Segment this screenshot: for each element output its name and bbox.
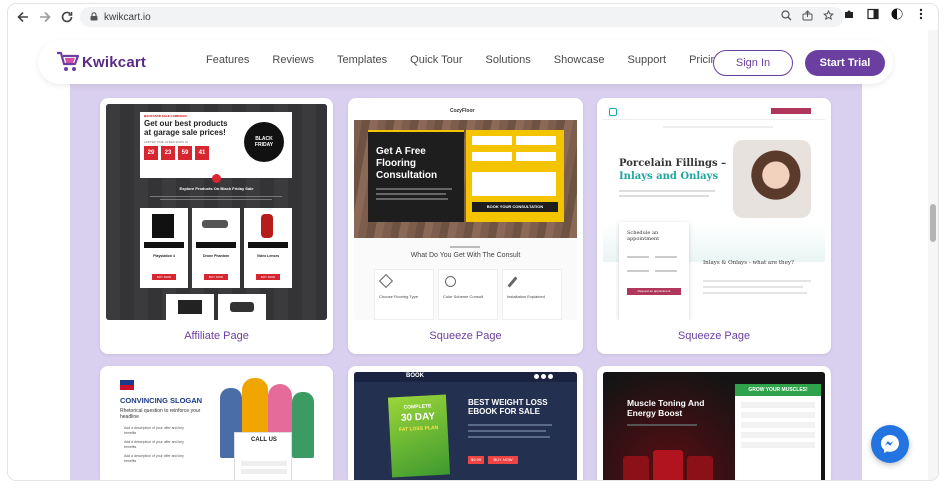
scrollbar-thumb[interactable] bbox=[930, 204, 936, 242]
affiliate-headline: Get our best products at garage sale pri… bbox=[144, 119, 228, 137]
lock-icon bbox=[90, 11, 98, 23]
affiliate-sub: LIMITED TIME OFFER ENDS IN bbox=[144, 140, 188, 144]
product-card bbox=[166, 294, 214, 320]
nav-features[interactable]: Features bbox=[206, 54, 249, 66]
nav-solutions[interactable]: Solutions bbox=[486, 54, 531, 66]
flag-logo bbox=[120, 380, 134, 390]
price-button[interactable]: $9.99 bbox=[468, 456, 484, 464]
ebook-headline: BEST WEIGHT LOSS EBOOK FOR SALE bbox=[468, 398, 548, 416]
buy-now-button[interactable]: BUY NOW bbox=[256, 274, 280, 280]
explore-title: Explore Products On Black Friday Sale bbox=[179, 186, 254, 191]
messenger-icon bbox=[881, 435, 899, 453]
timer-seconds: 41 bbox=[195, 146, 209, 160]
consultation-form: BOOK YOUR CONSULTATION bbox=[466, 130, 564, 222]
template-card-squeeze-flooring[interactable]: CozyFloor Get A Free Flooring Consultati… bbox=[348, 98, 583, 354]
messenger-chat-button[interactable] bbox=[871, 425, 909, 463]
template-preview: CozyFloor Get A Free Flooring Consultati… bbox=[354, 104, 577, 320]
feature-card: Installation Explained bbox=[502, 269, 562, 320]
template-card-muscle[interactable]: Muscle Toning And Energy Boost GROW YOUR… bbox=[597, 366, 831, 480]
profile-icon[interactable] bbox=[890, 8, 904, 23]
feature-card: Choose Flooring Type bbox=[374, 269, 434, 320]
dental-headline-2: Inlays and Onlays bbox=[619, 171, 719, 182]
playstation-image bbox=[152, 214, 174, 238]
product-card: Drone Phantom BUY NOW bbox=[192, 208, 240, 288]
slogan-headline: CONVINCING SLOGAN bbox=[120, 396, 203, 405]
template-preview: BACKYARD SALE CAMPAIGN Get our best prod… bbox=[106, 104, 327, 320]
consult-section-title: What Do You Get With The Consult bbox=[410, 252, 521, 259]
site-header: Kwikcart Features Reviews Templates Quic… bbox=[38, 40, 893, 84]
supplement-tubs bbox=[623, 448, 733, 480]
smiling-woman-photo bbox=[733, 140, 811, 218]
address-bar[interactable]: kwikcart.io bbox=[80, 7, 844, 27]
product-card bbox=[218, 294, 266, 320]
page-viewport: Kwikcart Features Reviews Templates Quic… bbox=[8, 30, 938, 480]
flooring-headline: Get A Free Flooring Consultation bbox=[376, 146, 438, 181]
ebook-cover: COMPLETE 30 DAY FAT LOSS PLAN bbox=[387, 394, 451, 478]
book-brand: BOOK bbox=[406, 373, 424, 379]
feature-card: Color Scheme Consult bbox=[438, 269, 498, 320]
sign-in-button[interactable]: Sign In bbox=[713, 50, 793, 76]
template-caption[interactable]: Squeeze Page bbox=[348, 330, 583, 342]
down-arrow-icon bbox=[212, 174, 221, 183]
forward-icon[interactable] bbox=[34, 6, 56, 28]
kwikcart-logo[interactable]: Kwikcart bbox=[56, 51, 146, 73]
template-preview: CONVINCING SLOGAN Rhetorical question to… bbox=[106, 372, 327, 480]
timer-days: 29 bbox=[144, 146, 158, 160]
slogan-sub: Rhetorical question to reinforce your he… bbox=[120, 408, 201, 420]
reload-icon[interactable] bbox=[56, 6, 78, 28]
zoom-icon[interactable] bbox=[781, 10, 792, 24]
book-consultation-button[interactable]: BOOK YOUR CONSULTATION bbox=[472, 202, 558, 212]
template-preview: Porcelain Fillings – Inlays and Onlays S… bbox=[603, 104, 825, 320]
appointment-form: Schedule an appointment Request an appoi… bbox=[619, 222, 689, 320]
url-text: kwikcart.io bbox=[104, 11, 151, 23]
request-appointment-button[interactable]: Request an appointment bbox=[627, 288, 681, 295]
cart-logo-icon bbox=[56, 51, 80, 73]
sidepanel-icon[interactable] bbox=[866, 8, 880, 23]
template-card-squeeze-dental[interactable]: Porcelain Fillings – Inlays and Onlays S… bbox=[597, 98, 831, 354]
promo-badge: BACKYARD SALE CAMPAIGN bbox=[144, 114, 187, 118]
template-card-affiliate[interactable]: BACKYARD SALE CAMPAIGN Get our best prod… bbox=[100, 98, 333, 354]
lens-image bbox=[261, 214, 273, 238]
nav-templates[interactable]: Templates bbox=[337, 54, 387, 66]
nav-reviews[interactable]: Reviews bbox=[272, 54, 314, 66]
template-card-slogan[interactable]: CONVINCING SLOGAN Rhetorical question to… bbox=[100, 366, 333, 480]
call-us-box: CALL US bbox=[234, 432, 292, 480]
black-friday-badge: BLACK FRIDAY bbox=[244, 122, 284, 162]
bookmark-star-icon[interactable] bbox=[822, 9, 835, 24]
muscle-headline: Muscle Toning And Energy Boost bbox=[627, 398, 705, 418]
browser-toolbar: kwikcart.io bbox=[8, 4, 938, 30]
dental-header-button[interactable] bbox=[771, 108, 811, 114]
start-trial-button[interactable]: Start Trial bbox=[805, 50, 885, 76]
grow-muscles-form: GROW YOUR MUSCLES! bbox=[735, 384, 821, 480]
dental-subheading: Inlays & Onlays - what are they? bbox=[703, 260, 794, 266]
kebab-menu-icon[interactable] bbox=[914, 8, 928, 23]
template-preview: BOOK COMPLETE 30 DAY FAT LOSS PLAN BEST … bbox=[354, 372, 577, 480]
template-caption[interactable]: Squeeze Page bbox=[597, 330, 831, 342]
dental-headline-1: Porcelain Fillings – bbox=[619, 158, 727, 169]
share-icon[interactable] bbox=[802, 10, 813, 24]
browser-window: kwikcart.io Kwikcart Features Reviews Te… bbox=[8, 4, 938, 480]
ebook-buy-button[interactable]: BUY NOW bbox=[488, 456, 518, 464]
nav-support[interactable]: Support bbox=[628, 54, 667, 66]
back-icon[interactable] bbox=[12, 6, 34, 28]
timer-hours: 23 bbox=[161, 146, 175, 160]
template-preview: Muscle Toning And Energy Boost GROW YOUR… bbox=[603, 372, 825, 480]
extensions-area bbox=[842, 8, 938, 23]
template-card-ebook[interactable]: BOOK COMPLETE 30 DAY FAT LOSS PLAN BEST … bbox=[348, 366, 583, 480]
tooth-logo-icon bbox=[609, 108, 617, 116]
brand-name: Kwikcart bbox=[82, 53, 147, 71]
timer-minutes: 59 bbox=[178, 146, 192, 160]
nav-quick-tour[interactable]: Quick Tour bbox=[410, 54, 462, 66]
drone-image bbox=[202, 220, 228, 228]
cozyfloor-logo: CozyFloor bbox=[450, 108, 475, 114]
page-scrollbar[interactable] bbox=[928, 30, 938, 480]
buy-now-button[interactable]: BUY NOW bbox=[152, 274, 176, 280]
product-card: Video Lenses BUY NOW bbox=[244, 208, 292, 288]
nav-showcase[interactable]: Showcase bbox=[554, 54, 605, 66]
main-nav: Features Reviews Templates Quick Tour So… bbox=[206, 54, 746, 66]
product-card: Playstation 4 BUY NOW bbox=[140, 208, 188, 288]
template-caption[interactable]: Affiliate Page bbox=[100, 330, 333, 342]
extensions-puzzle-icon[interactable] bbox=[842, 8, 856, 23]
buy-now-button[interactable]: BUY NOW bbox=[204, 274, 228, 280]
